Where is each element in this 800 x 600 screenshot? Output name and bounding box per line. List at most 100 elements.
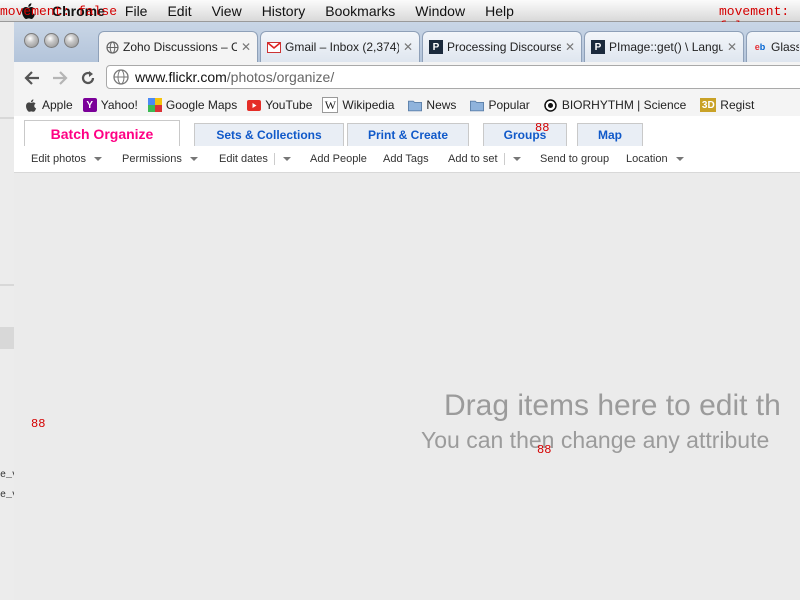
close-tab-icon[interactable]: ✕: [727, 40, 737, 54]
bookmarks-bar: Apple Y Yahoo! Google Maps YouTube W Wik…: [14, 94, 800, 117]
back-arrow-icon[interactable]: [22, 68, 42, 88]
wikipedia-icon: W: [322, 97, 339, 113]
bookmark-google-maps[interactable]: Google Maps: [147, 98, 238, 112]
bookmark-popular[interactable]: Popular: [470, 98, 530, 112]
url-host: www.flickr.com: [135, 69, 227, 85]
browser-tab[interactable]: P PImage::get() \ Langu ✕: [584, 31, 744, 62]
google-maps-icon: [147, 98, 162, 112]
gmail-icon: [267, 40, 281, 54]
menu-edit[interactable]: Edit: [167, 3, 191, 19]
batch-actions-bar: Edit photos Permissions Edit dates Add P…: [14, 146, 800, 173]
browser-tab[interactable]: P Processing Discourse ✕: [422, 31, 582, 62]
bookmark-apple[interactable]: Apple: [24, 98, 73, 112]
tab-print-create[interactable]: Print & Create: [347, 123, 469, 146]
debug-marker: 88: [31, 417, 46, 431]
action-label: Add to set: [448, 153, 498, 165]
mac-menu-bar: movement: false Chrome File Edit View Hi…: [0, 0, 800, 34]
debug-overlay-text-left: movement: false: [0, 4, 118, 19]
tab-map[interactable]: Map: [577, 123, 643, 146]
bookmark-yahoo[interactable]: Y Yahoo!: [82, 98, 138, 112]
bookmark-youtube[interactable]: YouTube: [247, 98, 312, 112]
action-label: Permissions: [122, 153, 182, 165]
edit-photos-menu[interactable]: Edit photos: [31, 153, 103, 165]
background-window[interactable]: e_v e_v: [0, 22, 18, 600]
browser-tab[interactable]: Gmail – Inbox (2,374) ✕: [260, 31, 420, 62]
separator: [503, 153, 505, 165]
close-tab-icon[interactable]: ✕: [241, 40, 251, 54]
add-people-button[interactable]: Add People: [310, 153, 367, 165]
organizr-tab-bar: Batch Organize Sets & Collections Print …: [14, 116, 800, 147]
dropdown-caret-icon: [512, 157, 521, 161]
tab-title: Processing Discourse: [447, 40, 561, 54]
tab-title: Zoho Discussions – C: [123, 40, 237, 54]
bookmark-label: Yahoo!: [100, 98, 138, 112]
folder-icon: [408, 98, 423, 112]
menu-view[interactable]: View: [212, 3, 242, 19]
address-bar[interactable]: www.flickr.com/photos/organize/: [106, 65, 800, 89]
batch-drop-area[interactable]: Drag items here to edit th You can then …: [14, 173, 800, 600]
debug-marker: 88: [537, 443, 552, 457]
menu-help[interactable]: Help: [485, 3, 514, 19]
tab-strip: Zoho Discussions – C ✕ Gmail – Inbox (2,…: [14, 22, 800, 62]
bookmark-wikipedia[interactable]: W Wikipedia: [322, 97, 394, 113]
location-menu[interactable]: Location: [626, 153, 684, 165]
background-window-divider: [0, 117, 14, 119]
dropdown-caret-icon: [282, 157, 291, 161]
bookmark-register[interactable]: 3D Regist: [700, 98, 754, 112]
yahoo-icon: Y: [82, 98, 97, 112]
processing-icon: P: [429, 40, 443, 54]
background-window-divider: [0, 284, 14, 286]
dropdown-caret-icon: [189, 157, 198, 161]
biorhythm-icon: [544, 98, 558, 112]
permissions-menu[interactable]: Permissions: [122, 153, 198, 165]
flickr-organizr-page: Batch Organize Sets & Collections Print …: [14, 116, 800, 600]
debug-marker: 88: [535, 121, 550, 135]
dropdown-caret-icon: [94, 157, 103, 161]
close-tab-icon[interactable]: ✕: [403, 40, 413, 54]
action-label: Edit dates: [219, 153, 268, 165]
add-tags-button[interactable]: Add Tags: [383, 153, 429, 165]
bookmark-label: Google Maps: [165, 98, 238, 112]
bookmark-label: Regist: [720, 98, 755, 112]
bookmark-label: BIORHYTHM | Science: [561, 98, 687, 112]
menu-history[interactable]: History: [262, 3, 306, 19]
send-to-group-button[interactable]: Send to group: [540, 153, 609, 165]
separator: [273, 153, 275, 165]
url-text: www.flickr.com/photos/organize/: [135, 69, 334, 85]
action-label: Location: [626, 153, 668, 165]
minimize-window-button[interactable]: [44, 33, 59, 48]
menu-window[interactable]: Window: [415, 3, 465, 19]
browser-tab[interactable]: Zoho Discussions – C ✕: [98, 31, 258, 62]
bookmark-label: Popular: [488, 98, 530, 112]
drop-area-subtitle: You can then change any attribute: [421, 427, 770, 453]
processing-icon: P: [591, 40, 605, 54]
close-window-button[interactable]: [24, 33, 39, 48]
3d-icon: 3D: [700, 98, 717, 112]
tab-groups[interactable]: Groups: [483, 123, 567, 146]
bookmark-news[interactable]: News: [408, 98, 456, 112]
bookmark-biorhythm[interactable]: BIORHYTHM | Science: [544, 98, 686, 112]
tab-batch-organize[interactable]: Batch Organize: [24, 120, 180, 147]
forward-arrow-icon[interactable]: [50, 68, 70, 88]
tab-sets-collections[interactable]: Sets & Collections: [194, 123, 344, 146]
url-path: /photos/organize/: [226, 69, 335, 85]
bookmark-label: Apple: [42, 98, 73, 112]
browser-tab[interactable]: eb Glass: [746, 31, 800, 62]
add-to-set-menu[interactable]: Add to set: [448, 153, 521, 165]
bookmark-label: Wikipedia: [342, 98, 395, 112]
menu-bookmarks[interactable]: Bookmarks: [325, 3, 395, 19]
zoom-window-button[interactable]: [64, 33, 79, 48]
page-info-globe-icon[interactable]: [113, 69, 129, 85]
bookmark-label: News: [426, 98, 457, 112]
drop-area-title: Drag items here to edit th: [444, 389, 781, 422]
reload-icon[interactable]: [78, 68, 98, 88]
youtube-icon: [247, 98, 262, 112]
close-tab-icon[interactable]: ✕: [565, 40, 575, 54]
bookmark-label: YouTube: [265, 98, 313, 112]
tab-title: PImage::get() \ Langu: [609, 40, 723, 54]
browser-window: Zoho Discussions – C ✕ Gmail – Inbox (2,…: [14, 22, 800, 600]
ebay-icon: eb: [754, 42, 766, 52]
edit-dates-menu[interactable]: Edit dates: [219, 153, 291, 165]
menu-file[interactable]: File: [125, 3, 148, 19]
background-window-band: [0, 327, 14, 349]
